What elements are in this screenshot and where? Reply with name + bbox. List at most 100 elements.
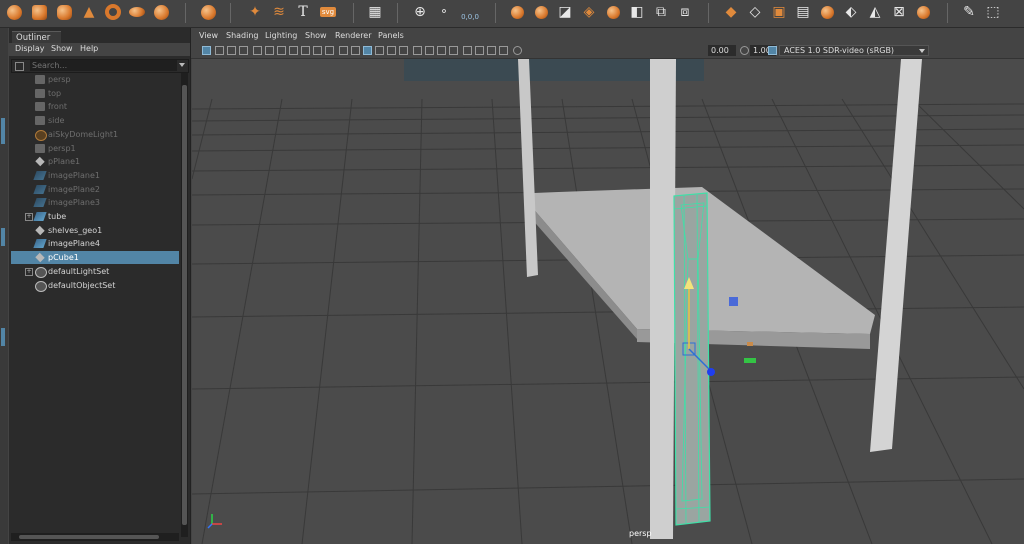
safe-title-icon[interactable]: [325, 46, 334, 55]
menu-shading[interactable]: Shading: [226, 31, 259, 40]
mirror-icon[interactable]: ◧: [628, 3, 646, 21]
menu-lighting[interactable]: Lighting: [265, 31, 297, 40]
outliner-row[interactable]: imagePlane2: [11, 183, 179, 196]
cylinder-icon[interactable]: [55, 3, 73, 21]
collapse-icon[interactable]: ⊠: [890, 3, 908, 21]
bridge-icon[interactable]: ⧈: [676, 3, 694, 21]
bevel-icon[interactable]: ◇: [746, 3, 764, 21]
fill-hole-icon[interactable]: ⧉: [652, 3, 670, 21]
tool-indicator[interactable]: [1, 228, 5, 246]
exposure-field[interactable]: 0.00: [708, 45, 736, 56]
menu-view[interactable]: View: [199, 31, 218, 40]
motion-blur-icon[interactable]: [425, 46, 434, 55]
outliner-row[interactable]: imagePlane1: [11, 169, 179, 182]
menu-show[interactable]: Show: [305, 31, 327, 40]
expand-icon[interactable]: +: [25, 213, 33, 221]
grid-icon[interactable]: [253, 46, 262, 55]
svg-icon[interactable]: svg: [318, 3, 338, 21]
menu-help[interactable]: Help: [80, 44, 98, 53]
outliner-row[interactable]: front: [11, 100, 179, 113]
bookmark-icon[interactable]: [227, 46, 236, 55]
xray-components-icon[interactable]: [499, 46, 508, 55]
tool-indicator[interactable]: [1, 328, 5, 346]
scrollbar-thumb[interactable]: [19, 535, 159, 539]
film-gate-icon[interactable]: [265, 46, 274, 55]
textured-icon[interactable]: [375, 46, 384, 55]
outliner-row[interactable]: imagePlane3: [11, 196, 179, 209]
camera-attributes-icon[interactable]: [215, 46, 224, 55]
color-management-icon[interactable]: [768, 46, 777, 55]
horizontal-scrollbar[interactable]: [11, 533, 179, 541]
xray-icon[interactable]: [475, 46, 484, 55]
target-weld-icon[interactable]: [818, 3, 836, 21]
connect-icon[interactable]: ⬖: [842, 3, 860, 21]
boolean-icon[interactable]: [604, 3, 622, 21]
anti-aliasing-icon[interactable]: [437, 46, 446, 55]
scrollbar-thumb[interactable]: [182, 85, 187, 525]
menu-show[interactable]: Show: [51, 44, 73, 53]
menu-display[interactable]: Display: [15, 44, 45, 53]
menu-panels[interactable]: Panels: [378, 31, 404, 40]
extrude-icon[interactable]: ◆: [722, 3, 740, 21]
cube-icon[interactable]: [30, 3, 48, 21]
exposure-icon[interactable]: [513, 46, 522, 55]
outliner-row[interactable]: pPlane1: [11, 155, 179, 168]
smooth-icon[interactable]: ◈: [580, 3, 598, 21]
curve-icon[interactable]: ≋: [270, 3, 288, 21]
outliner-row[interactable]: + tube: [11, 210, 179, 223]
outliner-row[interactable]: + defaultLightSet: [11, 265, 179, 278]
outliner-row[interactable]: pCube1: [11, 251, 179, 265]
expand-icon[interactable]: +: [25, 267, 33, 276]
outliner-row[interactable]: shelves_geo1: [11, 224, 179, 237]
separate-icon[interactable]: [532, 3, 550, 21]
sphere-icon[interactable]: [5, 3, 23, 21]
smooth-shade-icon[interactable]: [351, 46, 360, 55]
outliner-row[interactable]: persp: [11, 73, 179, 86]
outliner-row[interactable]: top: [11, 87, 179, 100]
outliner-row[interactable]: imagePlane4: [11, 237, 179, 250]
image-plane-icon[interactable]: [239, 46, 248, 55]
sparkle-icon[interactable]: ✦: [246, 3, 264, 21]
search-input[interactable]: [30, 60, 177, 71]
gate-mask-icon[interactable]: [289, 46, 298, 55]
type-icon[interactable]: T: [294, 3, 312, 21]
use-lights-icon[interactable]: [387, 46, 396, 55]
resolution-gate-icon[interactable]: [277, 46, 286, 55]
depth-of-field-icon[interactable]: [449, 46, 458, 55]
search-options-icon[interactable]: [15, 62, 24, 71]
vertical-scrollbar[interactable]: [181, 73, 188, 537]
append-icon[interactable]: ▣: [770, 3, 788, 21]
gamma-icon[interactable]: [740, 46, 749, 55]
quad-draw-icon[interactable]: ◭: [866, 3, 884, 21]
wireframe-icon[interactable]: [339, 46, 348, 55]
outliner-row[interactable]: aiSkyDomeLight1: [11, 128, 179, 141]
torus-icon[interactable]: [104, 3, 122, 21]
outliner-row[interactable]: side: [11, 114, 179, 127]
pencil-icon[interactable]: ✎: [960, 3, 978, 21]
select-camera-icon[interactable]: [202, 46, 211, 55]
chevron-down-icon[interactable]: [179, 63, 185, 67]
isolate-select-icon[interactable]: [463, 46, 472, 55]
multicut-icon[interactable]: ▤: [794, 3, 812, 21]
wireframe-on-shaded-icon[interactable]: [363, 46, 372, 55]
disk-icon[interactable]: [128, 3, 146, 21]
grid-menu-icon[interactable]: ▦: [366, 3, 384, 21]
outliner-row[interactable]: defaultObjectSet: [11, 279, 179, 292]
joint-icon[interactable]: 0,0,0: [459, 3, 481, 21]
extract-icon[interactable]: ◪: [556, 3, 574, 21]
vertex-normal-icon[interactable]: ⬚: [984, 3, 1002, 21]
plane-icon[interactable]: [152, 3, 170, 21]
shadows-icon[interactable]: [399, 46, 408, 55]
field-chart-icon[interactable]: [301, 46, 310, 55]
cone-icon[interactable]: ▲: [80, 3, 98, 21]
tool-indicator[interactable]: [1, 118, 5, 144]
safe-action-icon[interactable]: [313, 46, 322, 55]
ambient-occlusion-icon[interactable]: [413, 46, 422, 55]
locator-icon[interactable]: ⊕: [411, 3, 429, 21]
combine-icon[interactable]: [508, 3, 526, 21]
color-space-dropdown[interactable]: ACES 1.0 SDR-video (sRGB): [779, 45, 929, 56]
viewport-3d[interactable]: persp: [192, 59, 1024, 544]
merge-icon[interactable]: [914, 3, 932, 21]
cluster-icon[interactable]: ⚬: [435, 3, 453, 21]
platonic-icon[interactable]: [199, 3, 217, 21]
